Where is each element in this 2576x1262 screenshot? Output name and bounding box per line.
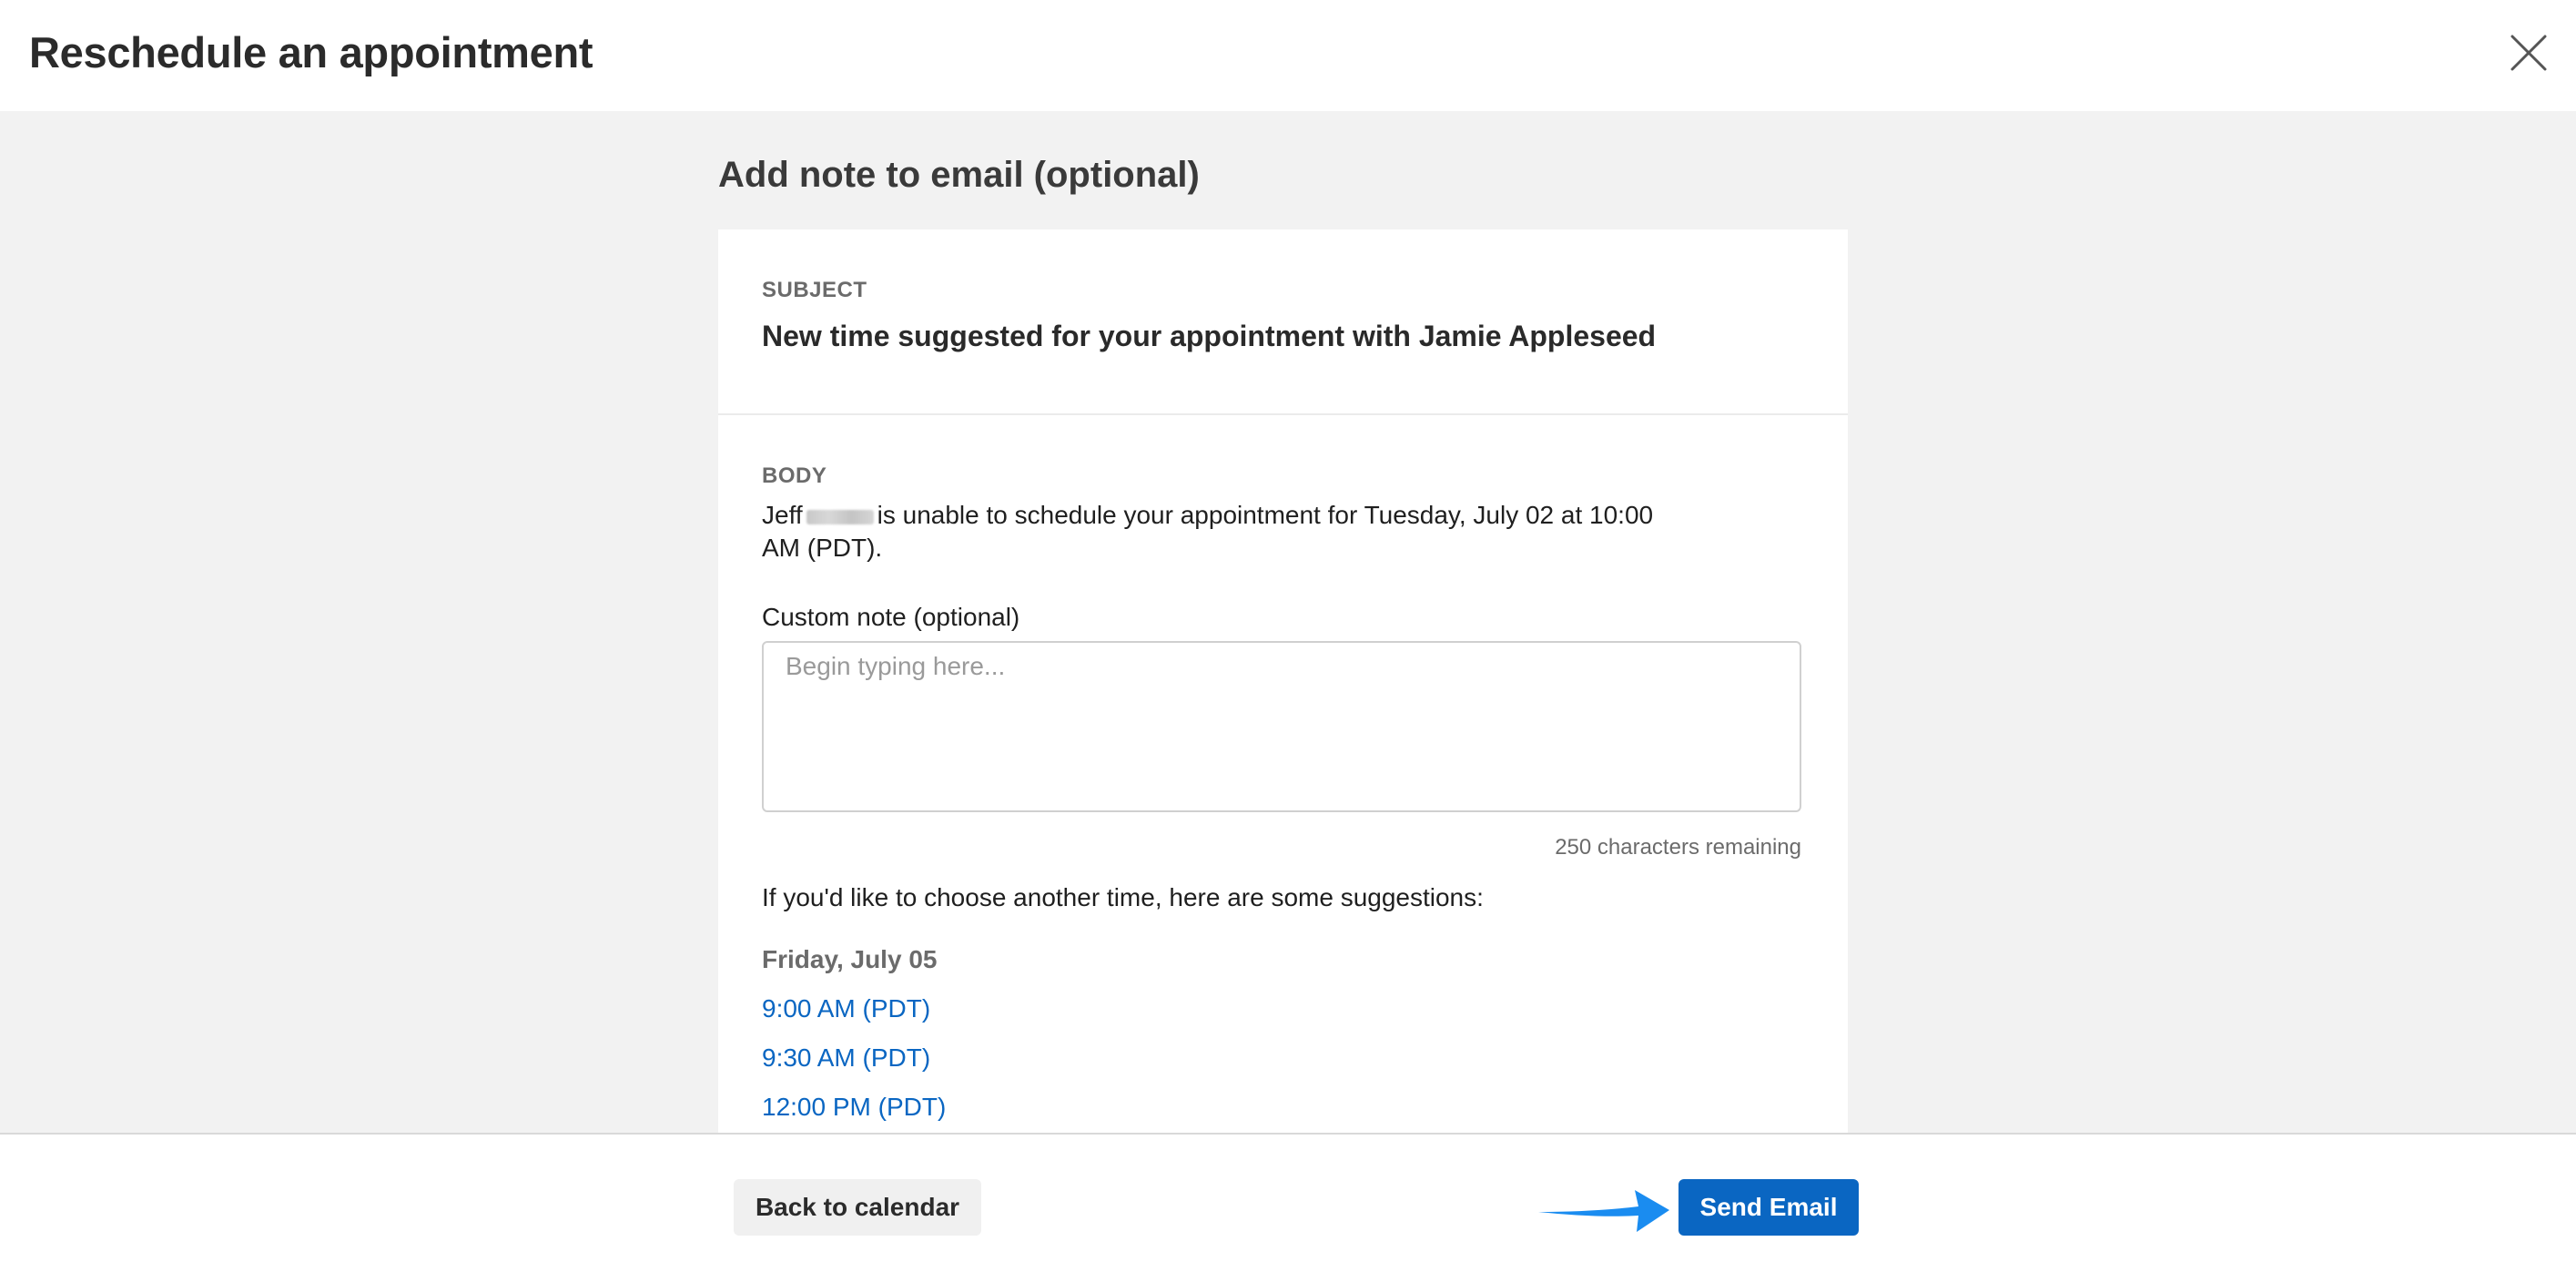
suggestions-intro: If you'd like to choose another time, he… — [762, 883, 1484, 911]
dialog-header: Reschedule an appointment — [0, 0, 2576, 111]
subject-section: SUBJECT New time suggested for your appo… — [718, 229, 1848, 415]
pointer-arrow-icon — [1538, 1190, 1669, 1232]
custom-note-input[interactable] — [762, 641, 1801, 812]
dialog-footer: Back to calendar Send Email — [0, 1133, 2576, 1262]
back-to-calendar-button[interactable]: Back to calendar — [734, 1179, 981, 1236]
suggestion-date-heading: Friday, July 05 — [762, 945, 938, 973]
section-title: Add note to email (optional) — [718, 155, 1200, 195]
time-slot-link[interactable]: 12:00 PM (PDT) — [762, 1091, 946, 1124]
sender-first-name: Jeff — [762, 501, 803, 529]
custom-note-label: Custom note (optional) — [762, 603, 1020, 631]
time-slot-link[interactable]: 9:00 AM (PDT) — [762, 992, 930, 1025]
body-label: BODY — [762, 463, 827, 488]
body-message-text: is unable to schedule your appointment f… — [762, 501, 1654, 562]
close-icon — [2510, 35, 2547, 71]
subject-label: SUBJECT — [762, 278, 867, 302]
email-preview-card: SUBJECT New time suggested for your appo… — [718, 229, 1848, 1133]
dialog-title: Reschedule an appointment — [29, 28, 593, 76]
close-button[interactable] — [2505, 33, 2552, 76]
chars-remaining-counter: 250 characters remaining — [1555, 835, 1801, 860]
time-slot-link[interactable]: 9:30 AM (PDT) — [762, 1042, 930, 1074]
dialog-content[interactable]: Add note to email (optional) SUBJECT New… — [0, 111, 2576, 1133]
send-email-button[interactable]: Send Email — [1678, 1179, 1859, 1236]
subject-text: New time suggested for your appointment … — [762, 320, 1657, 352]
redacted-last-name — [806, 509, 874, 524]
body-message: Jeff is unable to schedule your appointme… — [762, 499, 1654, 565]
